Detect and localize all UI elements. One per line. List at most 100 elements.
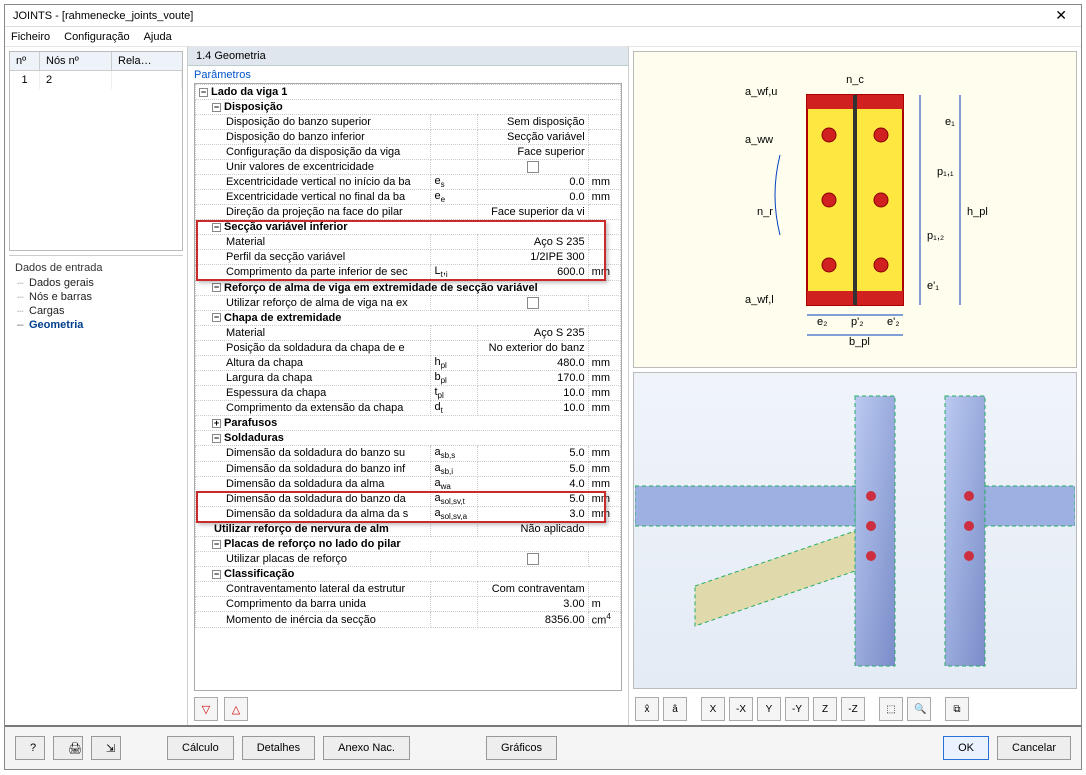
svg-text:a_wf,l: a_wf,l — [745, 294, 774, 306]
param-row[interactable]: Dimensão da soldadura do banzo infasb,i5… — [196, 461, 621, 476]
params-label: Parâmetros — [188, 66, 628, 81]
nav-col-nodes[interactable]: Nós nº — [40, 52, 112, 70]
annex-button[interactable]: Anexo Nac. — [323, 736, 410, 760]
cancel-button[interactable]: Cancelar — [997, 736, 1071, 760]
svg-text:b_pl: b_pl — [849, 336, 870, 348]
svg-text:e'₁: e'₁ — [927, 280, 939, 292]
param-row[interactable]: Excentricidade vertical no início da bae… — [196, 175, 621, 190]
param-row[interactable]: MaterialAço S 235 — [196, 325, 621, 340]
main-window: JOINTS - [rahmenecke_joints_voute] ✕ Fic… — [4, 4, 1082, 770]
view-x-icon[interactable]: X — [701, 697, 725, 721]
3d-view[interactable] — [633, 372, 1077, 689]
param-row[interactable]: Dimensão da soldadura da alma da sasol,s… — [196, 507, 621, 522]
export-icon[interactable]: ⇲ — [91, 736, 121, 760]
param-row[interactable]: −Soldaduras — [196, 431, 621, 446]
param-row[interactable]: Utilizar reforço de nervura de almNão ap… — [196, 522, 621, 537]
param-row[interactable]: Comprimento da parte inferior de secLt,i… — [196, 265, 621, 280]
param-row[interactable]: −Placas de reforço no lado do pilar — [196, 537, 621, 552]
view-nx-icon[interactable]: -X — [729, 697, 753, 721]
param-row[interactable]: Dimensão da soldadura do banzo suasb,s5.… — [196, 446, 621, 461]
param-row[interactable]: Perfil da secção variável1/2IPE 300 — [196, 250, 621, 265]
svg-text:n_r: n_r — [757, 206, 773, 218]
titlebar: JOINTS - [rahmenecke_joints_voute] ✕ — [5, 5, 1081, 27]
param-row[interactable]: Direção da projeção na face do pilarFace… — [196, 205, 621, 220]
nav-header: nº Nós nº Rela… — [10, 52, 182, 71]
svg-text:p'₂: p'₂ — [851, 316, 864, 328]
param-row[interactable]: Espessura da chapatpl10.0mm — [196, 385, 621, 400]
svg-text:p₁,₁: p₁,₁ — [937, 166, 954, 178]
svg-text:a_ww: a_ww — [745, 134, 773, 146]
param-row[interactable]: Dimensão da soldadura da almaawa4.0mm — [196, 476, 621, 491]
error-down-icon[interactable]: ▽ — [194, 697, 218, 721]
view-toolbar: x̂ â X -X Y -Y Z -Z ⬚ 🔍 ⧉ — [629, 693, 1081, 725]
param-grid-scroll[interactable]: −Lado da viga 1−DisposiçãoDisposição do … — [194, 83, 622, 691]
param-row[interactable]: −Secção variável inferior — [196, 220, 621, 235]
menu-help[interactable]: Ajuda — [144, 31, 172, 43]
view-ny-icon[interactable]: -Y — [785, 697, 809, 721]
param-row[interactable]: Comprimento da barra unida3.00m — [196, 597, 621, 612]
left-panel: nº Nós nº Rela… 1 2 Dados de entrada Dad… — [5, 47, 188, 725]
view-zoom-icon[interactable]: 🔍 — [907, 697, 931, 721]
print-icon[interactable]: 🖨 — [53, 736, 83, 760]
param-row[interactable]: Configuração da disposição da vigaFace s… — [196, 145, 621, 160]
svg-text:h_pl: h_pl — [967, 206, 988, 218]
param-row[interactable]: +Parafusos — [196, 416, 621, 431]
calc-button[interactable]: Cálculo — [167, 736, 234, 760]
tree-item-nodes[interactable]: Nós e barras — [15, 290, 177, 304]
svg-text:e₁: e₁ — [945, 116, 955, 128]
parametric-diagram: a_wf,u n_c a_ww n_r a_wf,l e₂ p'₂ e'₂ b_… — [633, 51, 1077, 368]
param-row[interactable]: −Reforço de alma de viga em extremidade … — [196, 280, 621, 295]
view-y-icon[interactable]: Y — [757, 697, 781, 721]
nav-col-rel[interactable]: Rela… — [112, 52, 182, 70]
param-row[interactable]: Contraventamento lateral da estruturCom … — [196, 582, 621, 597]
warning-icon[interactable]: △ — [224, 697, 248, 721]
nav-col-no[interactable]: nº — [10, 52, 40, 70]
menubar: Ficheiro Configuração Ajuda — [5, 27, 1081, 47]
tree-item-geometry[interactable]: Geometria — [15, 318, 177, 332]
menu-config[interactable]: Configuração — [64, 31, 129, 43]
section-title: 1.4 Geometria — [188, 47, 628, 66]
nav-table: nº Nós nº Rela… 1 2 — [9, 51, 183, 251]
center-panel: 1.4 Geometria Parâmetros −Lado da viga 1… — [188, 47, 629, 725]
menu-file[interactable]: Ficheiro — [11, 31, 50, 43]
nav-tree: Dados de entrada Dados gerais Nós e barr… — [9, 255, 183, 336]
param-row[interactable]: Largura da chapabpl170.0mm — [196, 370, 621, 385]
right-panel: a_wf,u n_c a_ww n_r a_wf,l e₂ p'₂ e'₂ b_… — [629, 47, 1081, 725]
svg-text:e₂: e₂ — [817, 316, 827, 328]
param-row[interactable]: Posição da soldadura da chapa de eNo ext… — [196, 340, 621, 355]
param-row[interactable]: −Lado da viga 1 — [196, 85, 621, 100]
param-row[interactable]: Disposição do banzo superiorSem disposiç… — [196, 115, 621, 130]
param-row[interactable]: Comprimento da extensão da chapadt10.0mm — [196, 401, 621, 416]
param-row[interactable]: Dimensão da soldadura do banzo daasol,sv… — [196, 491, 621, 506]
axis-a-icon[interactable]: â — [663, 697, 687, 721]
ok-button[interactable]: OK — [943, 736, 989, 760]
param-row[interactable]: Excentricidade vertical no final da baee… — [196, 190, 621, 205]
param-row[interactable]: −Disposição — [196, 100, 621, 115]
param-row[interactable]: Unir valores de excentricidade — [196, 160, 621, 175]
view-nz-icon[interactable]: -Z — [841, 697, 865, 721]
param-row[interactable]: Utilizar placas de reforço — [196, 552, 621, 567]
param-row[interactable]: −Chapa de extremidade — [196, 310, 621, 325]
view-z-icon[interactable]: Z — [813, 697, 837, 721]
param-row[interactable]: Momento de inércia da secção8356.00cm4 — [196, 612, 621, 628]
param-row[interactable]: Utilizar reforço de alma de viga na ex — [196, 295, 621, 310]
view-copy-icon[interactable]: ⧉ — [945, 697, 969, 721]
help-icon[interactable]: ? — [15, 736, 45, 760]
nav-row[interactable]: 1 2 — [10, 71, 182, 89]
svg-text:a_wf,u: a_wf,u — [745, 86, 777, 98]
window-title: JOINTS - [rahmenecke_joints_voute] — [13, 10, 1049, 22]
param-row[interactable]: −Classificação — [196, 567, 621, 582]
tree-item-loads[interactable]: Cargas — [15, 304, 177, 318]
details-button[interactable]: Detalhes — [242, 736, 315, 760]
param-row[interactable]: Disposição do banzo inferiorSecção variá… — [196, 130, 621, 145]
axis-x-icon[interactable]: x̂ — [635, 697, 659, 721]
center-toolbar: ▽ △ — [188, 693, 628, 725]
view-iso-icon[interactable]: ⬚ — [879, 697, 903, 721]
param-row[interactable]: Altura da chapahpl480.0mm — [196, 355, 621, 370]
footer: ? 🖨 ⇲ Cálculo Detalhes Anexo Nac. Gráfic… — [5, 725, 1081, 769]
close-icon[interactable]: ✕ — [1049, 7, 1073, 24]
tree-item-general[interactable]: Dados gerais — [15, 276, 177, 290]
param-row[interactable]: MaterialAço S 235 — [196, 235, 621, 250]
graphs-button[interactable]: Gráficos — [486, 736, 557, 760]
param-grid: −Lado da viga 1−DisposiçãoDisposição do … — [195, 84, 621, 628]
